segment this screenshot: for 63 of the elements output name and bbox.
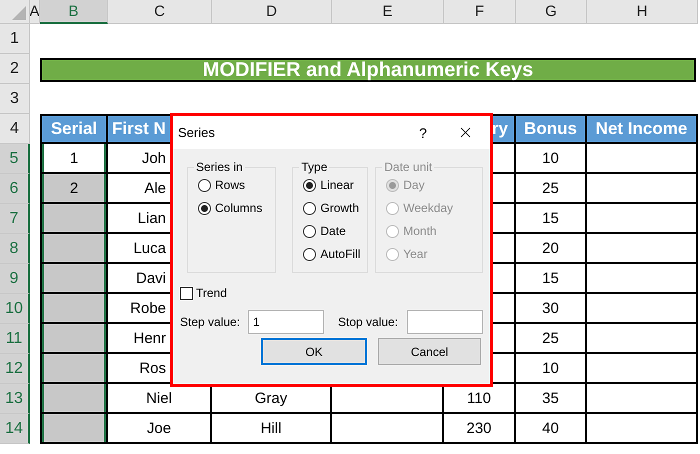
- input-field[interactable]: [407, 310, 483, 334]
- table-cell: 20: [516, 234, 587, 264]
- selected-cell[interactable]: [40, 324, 108, 354]
- row-header[interactable]: 9: [0, 264, 30, 294]
- column-heading: Bonus: [516, 114, 587, 144]
- row-header[interactable]: 5: [0, 144, 30, 174]
- selected-cell[interactable]: [40, 294, 108, 324]
- row-header[interactable]: 11: [0, 324, 30, 354]
- column-header[interactable]: F: [444, 0, 516, 24]
- table-cell: Joe: [108, 414, 212, 444]
- dialog-button[interactable]: OK: [261, 338, 367, 365]
- column-header[interactable]: C: [108, 0, 212, 24]
- row-header[interactable]: 12: [0, 354, 30, 384]
- row-header[interactable]: 4: [0, 114, 30, 144]
- selected-cell[interactable]: [40, 264, 108, 294]
- selected-cell[interactable]: [40, 414, 108, 444]
- group-label: Type: [300, 160, 328, 174]
- row-header[interactable]: 10: [0, 294, 30, 324]
- table-cell: 110: [444, 384, 516, 414]
- column-header[interactable]: G: [516, 0, 587, 24]
- selected-cell[interactable]: [40, 354, 108, 384]
- table-cell: 230: [444, 414, 516, 444]
- group-label: Date unit: [383, 160, 434, 174]
- sheet-title: MODIFIER and Alphanumeric Keys: [40, 58, 696, 82]
- selected-cell[interactable]: [40, 204, 108, 234]
- input-field[interactable]: 1: [248, 310, 324, 334]
- column-header[interactable]: E: [332, 0, 444, 24]
- table-cell: 10: [516, 144, 587, 174]
- table-cell: 25: [516, 324, 587, 354]
- radio-button[interactable]: Growth: [303, 199, 368, 217]
- help-button[interactable]: ?: [411, 124, 435, 140]
- radio-button[interactable]: Date: [303, 222, 368, 240]
- column-heading: Serial: [40, 114, 108, 144]
- table-cell: Gray: [212, 384, 332, 414]
- row-header[interactable]: 8: [0, 234, 30, 264]
- table-cell: 30: [516, 294, 587, 324]
- radio-button[interactable]: Linear: [303, 176, 368, 194]
- selected-cell[interactable]: 2: [40, 174, 108, 204]
- column-header[interactable]: H: [587, 0, 698, 24]
- row-header[interactable]: 6: [0, 174, 30, 204]
- dialog-button[interactable]: Cancel: [378, 338, 481, 365]
- column-header[interactable]: D: [212, 0, 332, 24]
- selected-cell[interactable]: [40, 384, 108, 414]
- selected-cell[interactable]: 1: [40, 144, 108, 174]
- row-header[interactable]: 14: [0, 414, 30, 444]
- table-cell: 25: [516, 174, 587, 204]
- table-cell: 40: [516, 414, 587, 444]
- column-header[interactable]: B: [40, 0, 108, 24]
- row-header[interactable]: 3: [0, 84, 30, 114]
- table-cell: Niel: [108, 384, 212, 414]
- table-cell: 15: [516, 264, 587, 294]
- row-header[interactable]: 2: [0, 54, 30, 84]
- table-cell: 15: [516, 204, 587, 234]
- row-header[interactable]: 7: [0, 204, 30, 234]
- row-header[interactable]: 13: [0, 384, 30, 414]
- table-cell: Hill: [212, 414, 332, 444]
- radio-button[interactable]: AutoFill: [303, 245, 368, 263]
- selected-cell[interactable]: [40, 234, 108, 264]
- table-cell: 35: [516, 384, 587, 414]
- column-heading: Net Income: [587, 114, 698, 144]
- field-label: Stop value:: [338, 315, 400, 329]
- table-cell: 10: [516, 354, 587, 384]
- row-header[interactable]: 1: [0, 24, 30, 54]
